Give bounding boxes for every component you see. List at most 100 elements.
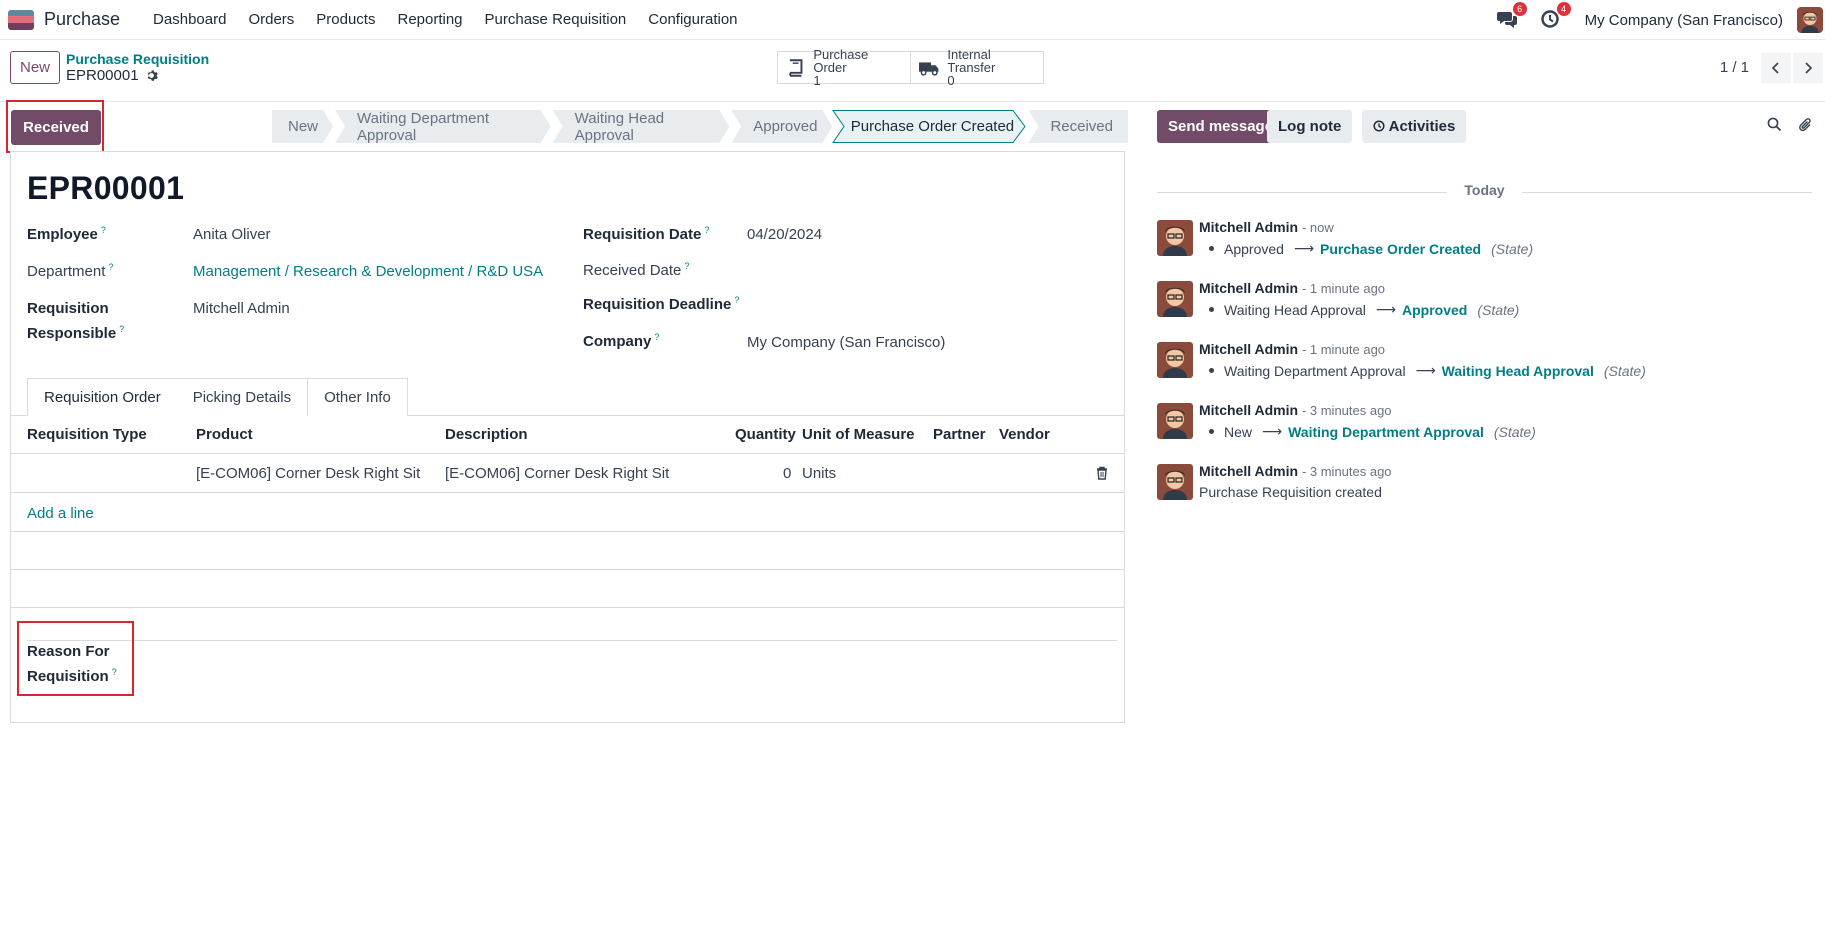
menu-reporting[interactable]: Reporting (386, 11, 473, 28)
field-name: (State) (1603, 362, 1646, 379)
department-field[interactable]: Management / Research & Development / R&… (193, 263, 543, 280)
employee-field[interactable]: Anita Oliver (193, 226, 271, 243)
author-avatar[interactable] (1157, 281, 1193, 317)
menu-products[interactable]: Products (305, 11, 386, 28)
help-tooltip-icon[interactable]: ? (108, 262, 113, 272)
tab-requisition-order[interactable]: Requisition Order (27, 378, 178, 416)
search-icon[interactable] (1767, 117, 1782, 132)
new-button[interactable]: New (10, 51, 60, 84)
stage-active-wrap: Purchase Order Created (832, 110, 1028, 143)
author-name[interactable]: Mitchell Admin (1199, 463, 1298, 479)
help-tooltip-icon[interactable]: ? (654, 332, 659, 342)
bullet (1209, 246, 1214, 251)
record-title: EPR00001 (27, 170, 185, 206)
help-tooltip-icon[interactable]: ? (684, 261, 689, 271)
author-avatar[interactable] (1157, 464, 1193, 500)
received-date-field[interactable] (747, 261, 1107, 281)
purchase-app-icon[interactable] (8, 9, 34, 30)
stage-new[interactable]: New (272, 110, 333, 143)
internal-transfer-label: Internal Transfer (947, 47, 996, 75)
column-partner[interactable]: Partner (933, 426, 986, 443)
responsible-field[interactable]: Mitchell Admin (193, 300, 290, 317)
column-unit-of-measure[interactable]: Unit of Measure (802, 426, 915, 443)
help-tooltip-icon[interactable]: ? (704, 225, 709, 235)
stage-purchase-order-created[interactable]: Purchase Order Created (834, 110, 1026, 143)
author-avatar[interactable] (1157, 220, 1193, 256)
log-note-button[interactable]: Log note (1267, 110, 1353, 143)
add-a-line-link[interactable]: Add a line (27, 505, 94, 522)
menu-purchase-requisition[interactable]: Purchase Requisition (474, 11, 638, 28)
pager-value[interactable]: 1 / 1 (1720, 59, 1749, 76)
tab-other-info[interactable]: Other Info (307, 378, 408, 416)
help-tooltip-icon[interactable]: ? (734, 295, 739, 305)
help-tooltip-icon[interactable]: ? (119, 324, 124, 334)
user-avatar[interactable] (1797, 7, 1823, 33)
author-name[interactable]: Mitchell Admin (1199, 280, 1298, 296)
author-name[interactable]: Mitchell Admin (1199, 219, 1298, 235)
author-avatar-icon (1157, 281, 1193, 317)
column-vendor[interactable]: Vendor (999, 426, 1050, 443)
message-author: Mitchell Admin - 3 minutes ago (1199, 402, 1392, 418)
separator-line-right (1522, 192, 1812, 193)
old-value: Waiting Head Approval (1224, 301, 1366, 318)
message-text: Purchase Requisition created (1199, 484, 1382, 500)
pager-next-button[interactable] (1793, 52, 1823, 83)
breadcrumb-parent[interactable]: Purchase Requisition (66, 51, 209, 67)
message-time: - 3 minutes ago (1301, 403, 1392, 418)
date-separator: Today (1157, 182, 1812, 202)
cell-description[interactable]: [E-COM06] Corner Desk Right Sit (445, 465, 669, 482)
menu-configuration[interactable]: Configuration (637, 11, 748, 28)
requisition-date-field[interactable]: 04/20/2024 (747, 226, 822, 243)
stage-approved[interactable]: Approved (731, 110, 832, 143)
chatter-message: Mitchell Admin - 1 minute ago Waiting He… (1157, 280, 1807, 331)
cell-quantity[interactable]: 0 (783, 465, 791, 482)
activities-button[interactable]: Activities (1362, 110, 1467, 143)
help-tooltip-icon[interactable]: ? (101, 225, 106, 235)
stage-waiting-head-approval[interactable]: Waiting Head Approval (553, 110, 730, 143)
received-button[interactable]: Received (11, 110, 101, 145)
chatter-message: Mitchell Admin - now Approved ⟶ Purchase… (1157, 219, 1807, 270)
pager-previous-button[interactable] (1761, 52, 1791, 83)
purchase-order-smart-button[interactable]: Purchase Order 1 (777, 48, 911, 87)
main-menu: Dashboard Orders Products Reporting Purc… (142, 11, 748, 28)
column-quantity[interactable]: Quantity (735, 426, 796, 443)
app-name[interactable]: Purchase (44, 9, 120, 30)
menu-dashboard[interactable]: Dashboard (142, 11, 237, 28)
activities-button[interactable]: 4 (1540, 2, 1571, 30)
company-switcher[interactable]: My Company (San Francisco) (1585, 12, 1783, 29)
cell-product[interactable]: [E-COM06] Corner Desk Right Sit (196, 465, 420, 482)
table-row[interactable]: [E-COM06] Corner Desk Right Sit [E-COM06… (11, 454, 1124, 493)
author-avatar[interactable] (1157, 403, 1193, 439)
stage-received[interactable]: Received (1028, 110, 1128, 143)
cell-unit-of-measure[interactable]: Units (802, 465, 836, 482)
top-navbar: Purchase Dashboard Orders Products Repor… (0, 0, 1825, 40)
help-tooltip-icon[interactable]: ? (112, 667, 117, 677)
internal-transfer-smart-button[interactable]: Internal Transfer 0 (910, 48, 1044, 87)
reason-label: Reason For Requisition? (27, 641, 117, 687)
field-name: (State) (1477, 301, 1520, 318)
delete-row-button[interactable] (1096, 466, 1108, 484)
author-avatar[interactable] (1157, 342, 1193, 378)
column-product[interactable]: Product (196, 426, 253, 443)
messaging-button[interactable]: 6 (1496, 2, 1527, 30)
send-message-button[interactable]: Send message (1157, 110, 1285, 143)
employee-label-text: Employee (27, 226, 98, 243)
requisition-deadline-field[interactable] (747, 295, 1107, 315)
stage-waiting-department-approval[interactable]: Waiting Department Approval (335, 110, 551, 143)
column-description[interactable]: Description (445, 426, 528, 443)
author-name[interactable]: Mitchell Admin (1199, 402, 1298, 418)
new-value: Purchase Order Created (1320, 240, 1482, 257)
bullet (1209, 307, 1214, 312)
gear-icon[interactable] (145, 69, 158, 82)
arrow-right-icon: ⟶ (1262, 423, 1283, 439)
requisition-deadline-label: Requisition Deadline? (583, 295, 739, 313)
menu-orders[interactable]: Orders (237, 11, 305, 28)
status-stages: New Waiting Department Approval Waiting … (272, 110, 1130, 143)
paperclip-icon[interactable] (1798, 117, 1813, 133)
author-name[interactable]: Mitchell Admin (1199, 341, 1298, 357)
tab-picking-details[interactable]: Picking Details (176, 378, 309, 416)
field-name: (State) (1491, 240, 1534, 257)
clock-icon (1373, 120, 1385, 132)
column-requisition-type[interactable]: Requisition Type (27, 426, 147, 443)
company-field[interactable]: My Company (San Francisco) (747, 334, 945, 351)
